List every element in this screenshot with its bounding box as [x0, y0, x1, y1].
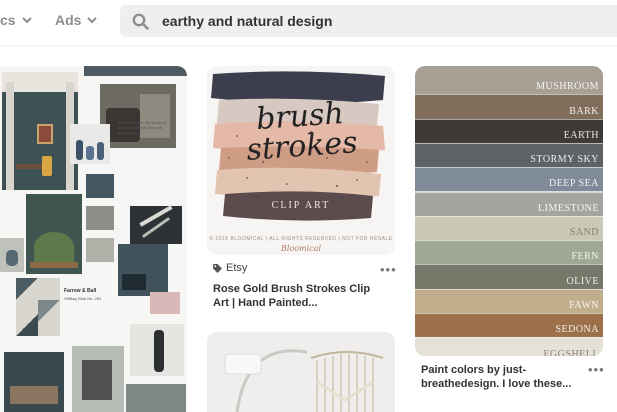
brush-signature: Bloomical: [280, 244, 322, 253]
moodboard-paint-photo: [118, 244, 168, 296]
paint-swatch: EARTH: [415, 118, 603, 143]
moodboard-texture-photo: [130, 205, 182, 244]
moodboard-swatch: [86, 206, 114, 230]
moodboard-swatch: [86, 174, 114, 198]
paint-swatch-label: STORMY SKY: [530, 154, 599, 166]
pin-brush-strokes-image[interactable]: brush strokes CLIP ART © 2016 BLOOMICAL …: [207, 66, 395, 255]
pin-source-label: Etsy: [226, 262, 248, 274]
tag-icon: [213, 263, 222, 273]
pin-title-paint[interactable]: Paint colors by just- breathedesign. I l…: [421, 363, 571, 391]
chevron-down-icon: [87, 17, 98, 24]
pin-source[interactable]: Etsy: [213, 262, 247, 274]
search-input[interactable]: [162, 5, 602, 37]
paint-swatch-label: DEEP SEA: [548, 178, 599, 190]
pin-title-brush-line1: Rose Gold Brush Strokes Clip: [213, 283, 371, 295]
more-options-icon[interactable]: •••: [380, 262, 397, 277]
moodboard-note: A rich blue grey that brings to mind dar…: [118, 120, 166, 135]
nav-link-partial[interactable]: cs: [0, 12, 33, 28]
more-options-icon[interactable]: •••: [588, 362, 605, 377]
nav-link-ads-label: Ads: [55, 12, 82, 28]
moodboard-pink-item: [150, 292, 180, 314]
pin-paint-colors-image[interactable]: MUSHROOM BARK EARTH STORMY SKY DEEP SEA LIMES…: [415, 66, 603, 356]
paint-swatch-label: BARK: [569, 105, 599, 117]
paint-swatch: MUSHROOM: [415, 70, 603, 95]
paint-swatch: BARK: [415, 94, 603, 119]
moodboard-vases-photo: [70, 124, 110, 164]
paint-swatch: DEEP SEA: [415, 167, 603, 192]
search-icon: [132, 13, 149, 30]
paint-swatch: SAND: [415, 215, 603, 241]
paint-swatch-label: FERN: [571, 251, 599, 263]
moodboard-landscape-photo: [126, 384, 186, 412]
brush-copyright: © 2016 BLOOMICAL | ALL RIGHTS RESERVED |…: [209, 236, 393, 242]
moodboard-bedroom-photo: [4, 352, 64, 412]
top-bar: cs Ads: [0, 0, 617, 46]
moodboard-swatch: [86, 238, 114, 262]
paint-swatch-label: OLIVE: [566, 275, 599, 287]
paint-swatch: EGGSHELL: [415, 337, 603, 356]
pin-room-image[interactable]: [207, 332, 395, 412]
paint-swatch-label: EARTH: [563, 129, 599, 141]
moodboard-strip: [84, 66, 187, 76]
pin-title-brush-line2: Art | Hand Painted...: [213, 297, 318, 309]
paint-swatch: FERN: [415, 240, 603, 265]
pin-title-paint-line1: Paint colors by just-: [421, 364, 527, 376]
moodboard-clothes-photo: [72, 346, 124, 412]
paint-swatch: OLIVE: [415, 264, 603, 289]
paint-swatch-label: LIMESTONE: [538, 202, 599, 214]
paint-swatch-label: FAWN: [569, 299, 599, 311]
paint-swatch-top: [415, 66, 603, 70]
room-art: [207, 332, 395, 412]
moodboard-pattern-tile: [16, 278, 60, 336]
paint-swatch-label: MUSHROOM: [536, 81, 599, 93]
pin-title-brush[interactable]: Rose Gold Brush Strokes Clip Art | Hand …: [213, 282, 370, 310]
moodboard-plant-photo: [26, 194, 82, 274]
paint-swatch: STORMY SKY: [415, 142, 603, 168]
pin-title-paint-line2: breathedesign. I love these...: [421, 378, 572, 390]
search-bar[interactable]: [120, 5, 617, 37]
moodboard-room-photo: [2, 72, 78, 190]
chevron-down-icon: [21, 17, 32, 24]
paint-swatch-label: SAND: [569, 227, 599, 239]
paint-swatch-label: EGGSHELL: [543, 348, 599, 356]
paint-swatch: SEDONA: [415, 313, 603, 338]
paint-swatch: FAWN: [415, 288, 603, 313]
moodboard-figure-photo: [130, 324, 184, 376]
brush-clipart-label: CLIP ART: [271, 200, 331, 211]
paint-swatch: LIMESTONE: [415, 191, 603, 216]
moodboard-vase-small: [0, 238, 24, 272]
nav-link-partial-label: cs: [0, 12, 16, 28]
moodboard-label-color: Stiffkey Blue No. 281: [64, 296, 102, 301]
nav-link-ads[interactable]: Ads: [55, 12, 98, 28]
paint-swatch-label: SEDONA: [555, 324, 599, 336]
pin-moodboard-image[interactable]: A rich blue grey that brings to mind dar…: [0, 66, 187, 412]
